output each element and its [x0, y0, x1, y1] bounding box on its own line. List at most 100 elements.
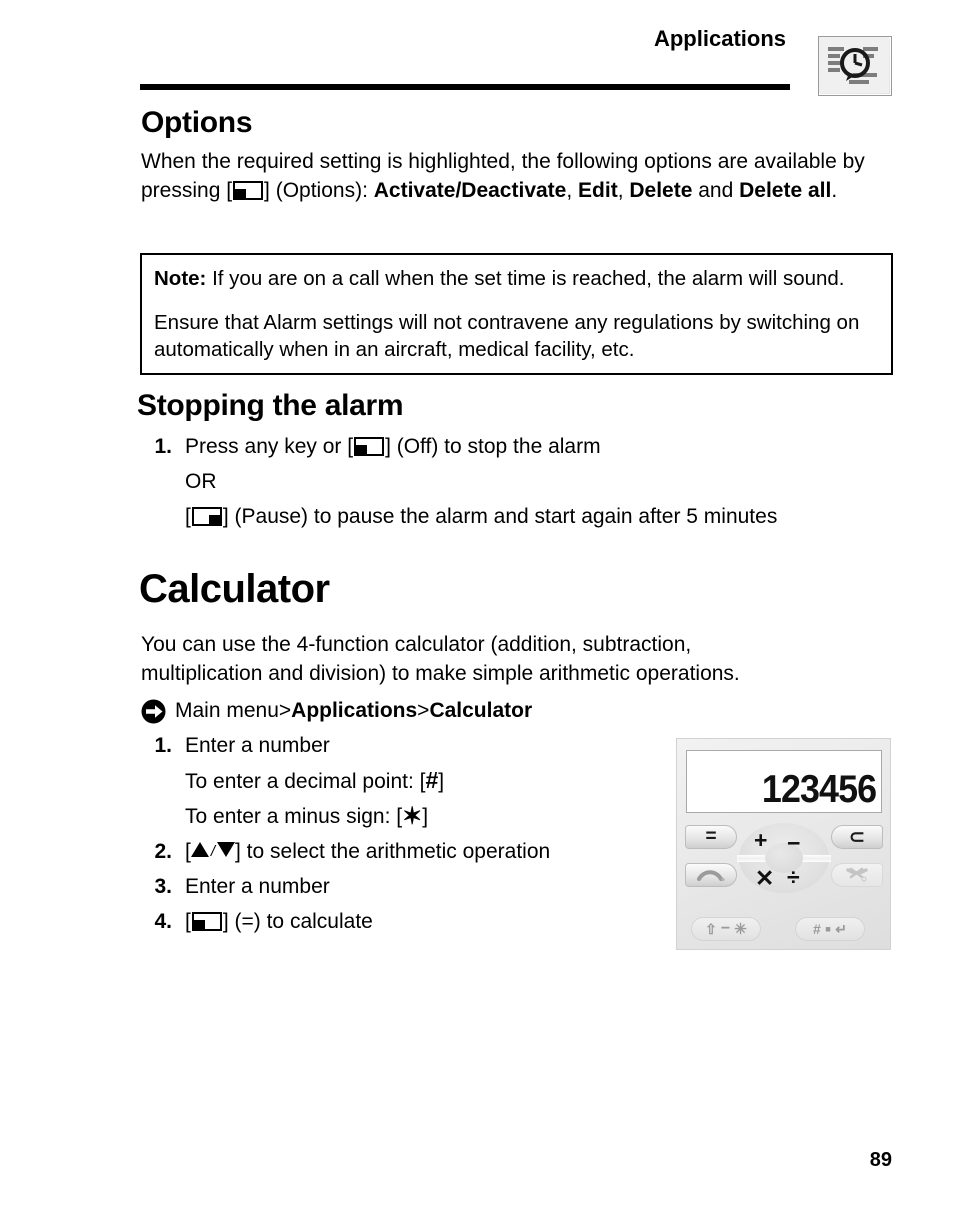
- minus-text-a: To enter a minus sign: [: [185, 805, 403, 828]
- step-number: [141, 799, 185, 834]
- options-sep-4: .: [831, 178, 838, 202]
- right-softkey-clear: ⊂: [831, 825, 883, 849]
- calculator-keypad: + − ✕ ÷ = ⊂ ⇧ − ✳ # ▪ ↵: [677, 739, 890, 949]
- dot-glyph: ▪: [824, 918, 832, 939]
- breadcrumb-sep-2: >: [417, 699, 430, 722]
- list-item: 4. [ ] (=) to calculate: [141, 904, 661, 939]
- step-number: 2.: [154, 840, 172, 863]
- nav-text-b: ] to select the arithmetic operation: [235, 840, 551, 863]
- breadcrumb-sep-1: >: [278, 699, 292, 722]
- calculator-phone-figure: 123456 + − ✕ ÷ = ⊂ ⇧ − ✳ # ▪ ↵: [676, 738, 891, 950]
- step-text: Enter a number: [185, 734, 330, 757]
- stopping-alarm-steps: 1. Press any key or [ ] (Off) to stop the…: [141, 429, 911, 534]
- breadcrumb-level-1: Applications: [291, 699, 418, 722]
- page-header: Applications: [0, 0, 954, 100]
- decimal-text-b: ]: [438, 770, 445, 793]
- note-text-1: If you are on a call when the set time i…: [206, 267, 845, 290]
- decimal-text-a: To enter a decimal point: [: [185, 770, 426, 793]
- calc-text-b: ] (=) to calculate: [222, 910, 373, 933]
- list-item: To enter a decimal point: [#]: [141, 763, 661, 799]
- options-sep-2: ,: [617, 178, 630, 202]
- list-item: [ ] (Pause) to pause the alarm and start …: [141, 499, 911, 534]
- calculator-intro: You can use the 4-function calculator (a…: [141, 631, 901, 688]
- end-key: [831, 863, 883, 887]
- header-title: Applications: [653, 26, 786, 51]
- step-text: To enter a decimal point: [#]: [185, 763, 661, 799]
- breadcrumb: Main menu > Applications > Calculator: [141, 696, 532, 726]
- right-softkey-icon: [191, 507, 222, 526]
- list-item: 2. [/] to select the arithmetic operatio…: [141, 834, 661, 869]
- breadcrumb-root: Main menu: [175, 699, 279, 722]
- operator-plus-icon: +: [754, 827, 768, 853]
- option-delete-all: Delete all: [739, 178, 832, 202]
- calculator-intro-line-2: multiplication and division) to make sim…: [141, 661, 740, 685]
- calculator-steps: 1. Enter a number To enter a decimal poi…: [141, 728, 661, 939]
- document-page: Applications Options When the required s…: [0, 0, 954, 1219]
- step-number: 3.: [154, 875, 172, 898]
- step-text: Press any key or [ ] (Off) to stop the al…: [185, 429, 911, 464]
- nav-arrow-icon: [141, 699, 166, 724]
- calc-text-a: [: [185, 910, 191, 933]
- calculator-heading: Calculator: [139, 567, 330, 611]
- list-item: To enter a minus sign: [✶]: [141, 799, 661, 834]
- operator-divide-icon: ÷: [787, 864, 800, 890]
- step-number: 1.: [154, 734, 172, 757]
- list-item: 1. Press any key or [ ] (Off) to stop the…: [141, 429, 911, 464]
- note-line-2: Ensure that Alarm settings will not cont…: [154, 311, 860, 361]
- list-item: 3. Enter a number: [141, 869, 661, 904]
- left-softkey-icon: [354, 437, 385, 456]
- step-text-b: ] (Off) to stop the alarm: [385, 435, 601, 458]
- shift-glyph: ⇧: [705, 920, 717, 937]
- left-softkey-equals: =: [685, 825, 737, 849]
- options-sep-3: and: [692, 178, 740, 202]
- shift-minus-star-key: ⇧ − ✳: [691, 917, 761, 941]
- step-number: [141, 499, 185, 534]
- step-pause-a: [: [185, 505, 191, 528]
- operator-multiply-icon: ✕: [755, 865, 775, 891]
- step-number: [141, 464, 185, 499]
- hash-glyph-key: #: [813, 921, 821, 937]
- breadcrumb-level-2: Calculator: [429, 699, 533, 722]
- minus-glyph: −: [720, 920, 731, 937]
- hash-key-icon: #: [425, 767, 439, 793]
- options-body-mid: ] (Options):: [264, 178, 374, 202]
- step-pause-text: [ ] (Pause) to pause the alarm and start …: [185, 499, 911, 534]
- stopping-alarm-heading: Stopping the alarm: [137, 389, 404, 422]
- note-line-1: Note: If you are on a call when the set …: [154, 265, 880, 292]
- option-activate-deactivate: Activate/Deactivate: [373, 178, 567, 202]
- list-item: 1. Enter a number: [141, 728, 661, 763]
- step-or-text: OR: [185, 470, 217, 493]
- step-number: 4.: [154, 910, 172, 933]
- operator-minus-icon: −: [787, 830, 801, 856]
- arrow-up-icon: [190, 842, 209, 857]
- options-heading: Options: [141, 106, 253, 139]
- step-number: 1.: [154, 435, 172, 458]
- page-number: 89: [869, 1149, 892, 1171]
- slash-separator: /: [210, 843, 216, 860]
- step-text: To enter a minus sign: [✶]: [185, 799, 661, 834]
- calculator-intro-line-1: You can use the 4-function calculator (a…: [141, 633, 692, 656]
- call-key: [685, 863, 737, 887]
- step-number: [141, 763, 185, 799]
- option-edit: Edit: [578, 178, 618, 202]
- option-delete: Delete: [629, 178, 693, 202]
- star-key-icon: ✶: [402, 803, 423, 830]
- applications-clock-icon: [818, 36, 892, 96]
- step-pause-b: ] (Pause) to pause the alarm and start a…: [222, 505, 778, 528]
- list-item: OR: [141, 464, 911, 499]
- step-text: [ ] (=) to calculate: [185, 904, 661, 939]
- header-rule: [140, 84, 790, 90]
- note-label: Note:: [154, 267, 207, 290]
- step-text: Enter a number: [185, 875, 330, 898]
- minus-text-b: ]: [422, 805, 429, 828]
- arrow-down-icon: [217, 842, 236, 857]
- return-glyph: ↵: [835, 920, 847, 937]
- left-softkey-icon: [233, 180, 264, 200]
- options-sep-1: ,: [566, 178, 579, 202]
- step-text-a: Press any key or [: [185, 435, 354, 458]
- options-paragraph: When the required setting is highlighted…: [141, 148, 901, 205]
- left-softkey-icon: [191, 912, 222, 931]
- dpad: [737, 823, 831, 893]
- note-box: Note: If you are on a call when the set …: [140, 253, 893, 375]
- step-text: [/] to select the arithmetic operation: [185, 834, 661, 869]
